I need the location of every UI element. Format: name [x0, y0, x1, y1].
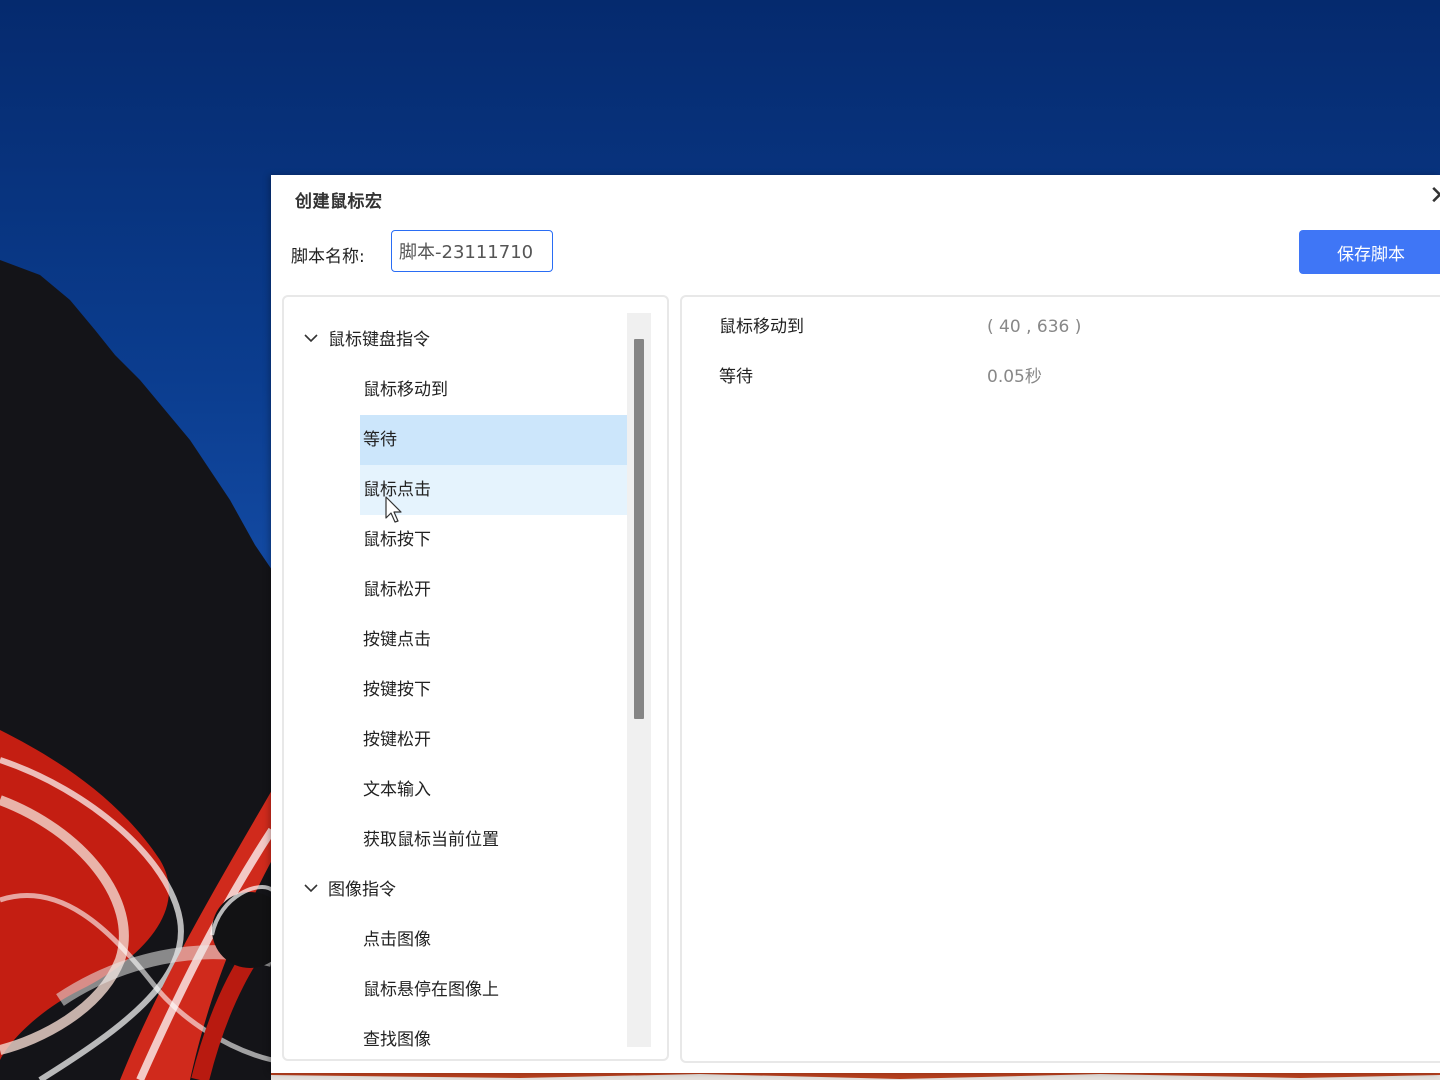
tree-group-label: 图像指令 — [328, 880, 396, 900]
mouse-cursor-icon — [385, 496, 402, 523]
tree-item-click-image[interactable]: 点击图像 — [360, 915, 627, 965]
tree-item-text-input[interactable]: 文本输入 — [360, 765, 627, 815]
chevron-down-icon[interactable] — [302, 329, 320, 347]
chevron-down-icon[interactable] — [302, 879, 320, 897]
step-value: ( 40 , 636 ) — [987, 317, 1082, 337]
tree-item-key-down[interactable]: 按键按下 — [360, 665, 627, 715]
tree-item-hover-image[interactable]: 鼠标悬停在图像上 — [360, 965, 627, 1015]
close-icon[interactable]: ✕ — [1429, 181, 1440, 211]
scrollbar-thumb[interactable] — [634, 339, 644, 719]
tree-group-image[interactable]: 图像指令 — [302, 865, 622, 915]
dialog-title: 创建鼠标宏 — [295, 192, 383, 212]
tree-item-get-mouse-position[interactable]: 获取鼠标当前位置 — [360, 815, 627, 865]
tree-scrollbar[interactable] — [627, 313, 651, 1047]
tree-item-key-press[interactable]: 按键点击 — [360, 615, 627, 665]
command-tree-panel: 鼠标键盘指令 鼠标移动到 等待 鼠标点击 鼠标按下 鼠标松开 按键点击 按键按下… — [282, 295, 669, 1061]
create-mouse-macro-dialog: 创建鼠标宏 ✕ 脚本名称: 保存脚本 鼠标键盘指令 鼠标移动到 等待 鼠标点击 … — [271, 175, 1440, 1073]
tree-item-mouse-move[interactable]: 鼠标移动到 — [360, 365, 627, 415]
tree-item-key-up[interactable]: 按键松开 — [360, 715, 627, 765]
step-name: 等待 — [719, 367, 753, 387]
tree-group-mouse-keyboard[interactable]: 鼠标键盘指令 — [302, 315, 622, 365]
script-name-label: 脚本名称: — [291, 247, 365, 267]
script-name-input[interactable] — [391, 230, 553, 272]
script-steps-panel: 鼠标移动到 ( 40 , 636 ) 等待 0.05秒 — [680, 295, 1440, 1063]
save-script-button[interactable]: 保存脚本 — [1299, 230, 1440, 274]
tree-item-find-image[interactable]: 查找图像 — [360, 1015, 627, 1059]
step-value: 0.05秒 — [987, 367, 1042, 387]
tree-item-mouse-up[interactable]: 鼠标松开 — [360, 565, 627, 615]
tree-item-wait[interactable]: 等待 — [360, 415, 627, 465]
step-name: 鼠标移动到 — [719, 317, 804, 337]
tree-group-label: 鼠标键盘指令 — [328, 330, 430, 350]
